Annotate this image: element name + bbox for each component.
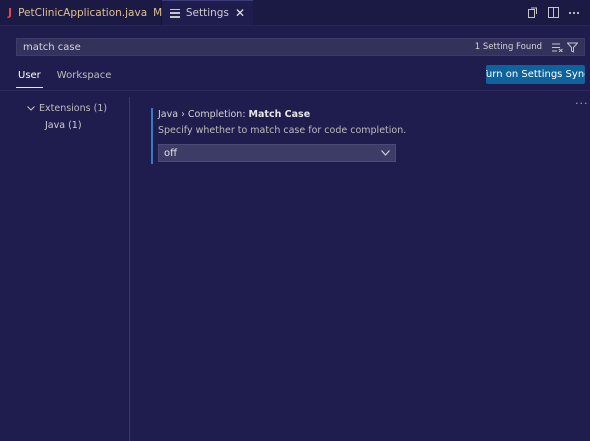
chevron-down-icon <box>26 106 36 111</box>
tab-label: PetClinicApplication.java <box>18 6 148 19</box>
toc-item-label: Extensions (1) <box>39 103 108 114</box>
toc-item-extensions[interactable]: Extensions (1) <box>26 100 126 117</box>
more-actions-icon[interactable] <box>568 7 580 19</box>
select-value: off <box>164 147 178 159</box>
editor-tab-bar: J PetClinicApplication.java M Settings ✕ <box>0 0 590 26</box>
setting-description: Specify whether to match case for code c… <box>158 125 407 136</box>
match-case-select[interactable]: off <box>158 144 396 162</box>
header-divider <box>0 90 590 91</box>
tab-petclinic-application[interactable]: J PetClinicApplication.java M <box>0 0 162 25</box>
editor-actions <box>526 0 590 25</box>
settings-scope-tabs: User Workspace <box>16 66 113 88</box>
setting-more-actions-icon[interactable]: ··· <box>575 97 589 110</box>
chevron-down-icon <box>381 148 390 159</box>
filter-icon[interactable] <box>566 41 578 53</box>
settings-search-input[interactable]: match case 1 Setting Found <box>16 38 585 56</box>
setting-java-completion-match-case: Java › Completion: Match Case Specify wh… <box>151 108 451 164</box>
tab-label: Settings <box>185 7 229 19</box>
modified-indicator: M <box>153 6 163 19</box>
setting-title: Java › Completion: Match Case <box>158 109 451 120</box>
toc-item-label: Java (1) <box>45 120 82 131</box>
tab-workspace[interactable]: Workspace <box>55 66 114 88</box>
settings-icon <box>170 8 180 18</box>
tab-user[interactable]: User <box>16 66 43 88</box>
turn-on-settings-sync-button[interactable]: Turn on Settings Sync <box>486 65 585 84</box>
close-icon[interactable]: ✕ <box>235 6 245 20</box>
search-query[interactable]: match case <box>23 42 475 53</box>
toc-item-java[interactable]: Java (1) <box>26 117 126 134</box>
open-settings-json-icon[interactable] <box>526 7 538 19</box>
split-editor-icon[interactable] <box>547 7 559 19</box>
setting-name: Match Case <box>248 109 311 120</box>
toc-sash[interactable] <box>129 97 130 441</box>
java-file-icon: J <box>8 6 13 19</box>
settings-toc: Extensions (1) Java (1) <box>26 100 126 134</box>
results-count: 1 Setting Found <box>474 42 542 52</box>
clear-filter-icon[interactable] <box>551 41 563 53</box>
tab-settings[interactable]: Settings ✕ <box>162 0 253 25</box>
setting-category: Java › Completion: <box>158 109 249 120</box>
